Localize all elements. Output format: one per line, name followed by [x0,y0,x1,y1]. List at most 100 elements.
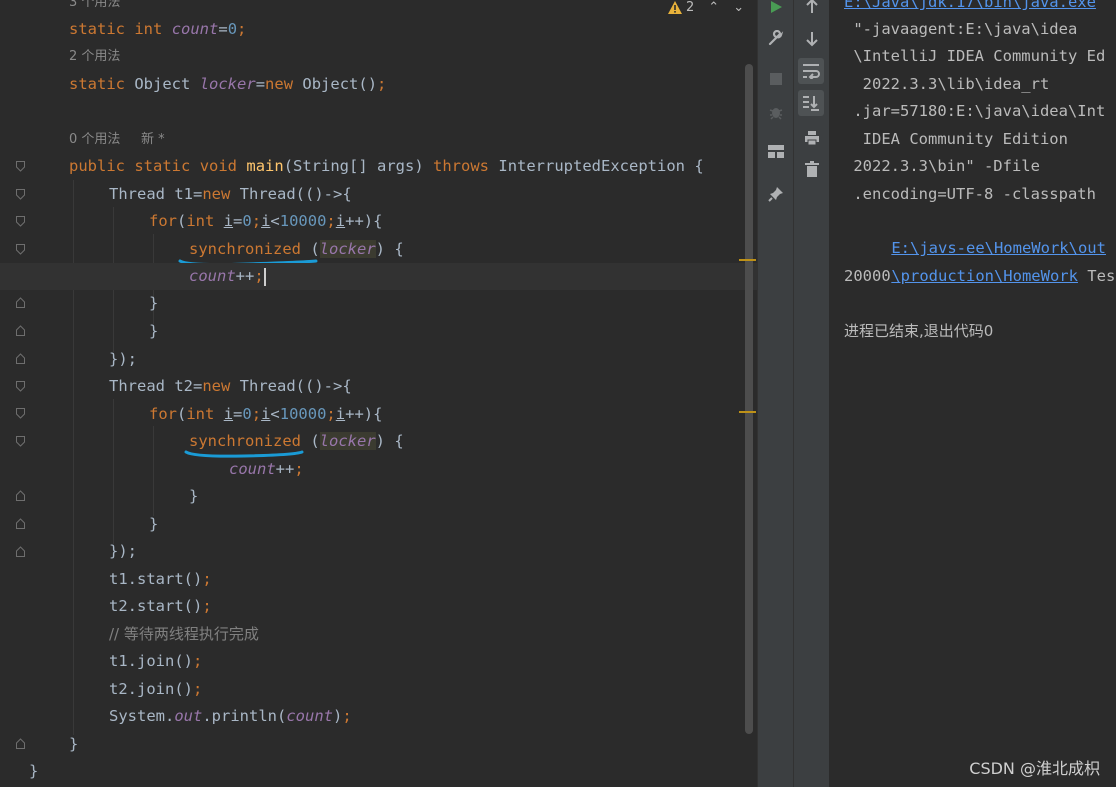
semicolon: ; [294,460,304,478]
code-line: } [0,290,757,317]
run-toolbar [757,0,830,787]
keyword: int [186,212,215,230]
method-params: (String[] args) [283,157,424,175]
main-class-name: Test6 [1087,267,1116,285]
console-line: "-javaagent:E:\java\idea [844,20,1078,38]
fold-toggle-icon[interactable] [16,189,25,200]
keyword: for [149,212,177,230]
brace: ) { [375,240,404,258]
warning-stripe-marker[interactable] [739,259,756,261]
semicolon: ; [342,707,352,725]
brace: } [29,762,39,780]
fold-end-icon[interactable] [16,353,25,364]
fold-end-icon[interactable] [16,325,25,336]
operator: ++ [235,267,255,285]
field-name: count [171,20,219,38]
fold-end-icon[interactable] [16,297,25,308]
rerun-icon[interactable] [765,0,787,18]
print-icon[interactable] [801,127,823,149]
semicolon: ; [326,212,336,230]
code-editor[interactable]: 2 ⌃ ⌄ 3 个用法 static int count=0; 2 个用法 st… [0,0,757,787]
code-comment: // 等待两线程执行完成 [109,625,259,643]
method-call: t1.start() [109,570,203,588]
semicolon: ; [254,267,264,285]
classpath-link[interactable]: \production\HomeWork [891,267,1078,285]
fold-toggle-icon[interactable] [16,244,25,255]
code-line: } [0,731,757,758]
fold-end-icon[interactable] [16,518,25,529]
operator: = [233,405,243,423]
code-line: static Object locker=new Object(); [0,71,757,98]
warning-stripe-marker[interactable] [739,411,756,413]
fold-toggle-icon[interactable] [16,161,25,172]
brace: } [69,735,79,753]
brace: } [189,487,199,505]
code-line: public static void main(String[] args) t… [0,153,757,180]
keyword: int [134,20,163,38]
number-literal: 0 [227,20,238,38]
field-name: count [229,460,276,478]
lambda-close: }); [109,350,137,368]
number-literal: 10000 [279,212,327,230]
arrow-down-icon[interactable] [801,28,823,50]
scroll-to-end-icon[interactable] [798,90,824,116]
console-command-link[interactable]: E:\Java\jdk.17\bin\java.exe [844,0,1096,16]
code-line: for(int i=0;i<10000;i++){ [149,405,383,423]
fold-toggle-icon[interactable] [16,436,25,447]
keyword: new [202,185,231,203]
author-hint[interactable]: 新 * [141,126,165,153]
type-name: Object [134,75,191,93]
debug-bug-icon[interactable] [765,101,787,123]
watermark: CSDN @淮北成枳 [969,759,1100,778]
console-line: \production\HomeWork Test6 [854,236,1116,285]
loop-variable: i [223,212,234,230]
code-line: Thread t1=new Thread(()->{ [0,181,757,208]
code-line: 2 个用法 [0,43,757,70]
trash-icon[interactable] [801,158,823,180]
code-line: static int count=0; [0,16,757,43]
semicolon: ; [202,570,212,588]
increment: ++){ [345,405,383,423]
semicolon: ; [202,597,212,615]
console-line: 2022.3.3\bin" -Dfile [844,157,1040,175]
loop-variable: i [261,212,271,230]
keyword: int [186,405,215,423]
code-line: count++; [0,456,757,483]
fold-toggle-icon[interactable] [16,408,25,419]
paren: ( [177,405,187,423]
variable-declaration: Thread t1= [109,185,203,203]
fold-toggle-icon[interactable] [16,216,25,227]
keyword: static [134,157,191,175]
class-name: System. [109,707,175,725]
stop-icon[interactable] [765,68,787,90]
fold-end-icon[interactable] [16,490,25,501]
brace: ) { [375,432,404,450]
soft-wrap-icon[interactable] [798,58,824,84]
console-line: 2022.3.3\lib\idea_rt [844,75,1050,93]
operator: = [255,75,266,93]
code-line: 3 个用法 [0,0,757,16]
run-console[interactable]: E:\Java\jdk.17\bin\java.exe "-javaagent:… [829,0,1116,787]
arrow-up-icon[interactable] [801,0,823,17]
fold-end-icon[interactable] [16,738,25,749]
method-call: t2.join() [109,680,193,698]
fold-end-icon[interactable] [16,546,25,557]
text-caret [263,267,266,286]
console-line: .encoding=UTF-8 -classpath [844,185,1096,203]
fold-toggle-icon[interactable] [16,381,25,392]
keyword: new [202,377,231,395]
loop-variable: i [335,212,346,230]
pin-icon[interactable] [765,183,787,205]
lambda-close: }); [109,542,137,560]
usages-hint[interactable]: 0 个用法 [69,126,120,153]
editor-scrollbar[interactable] [745,64,753,734]
field-name: count [189,267,236,285]
keyword: for [149,405,177,423]
field-name: count [286,707,333,725]
code-line: synchronized (locker) { [0,236,757,263]
layout-icon[interactable] [765,141,787,163]
code-line: synchronized (locker) { [0,428,757,455]
usages-hint[interactable]: 2 个用法 [69,43,120,70]
wrench-icon[interactable] [765,27,787,49]
code-line: // 等待两线程执行完成 [0,621,757,648]
